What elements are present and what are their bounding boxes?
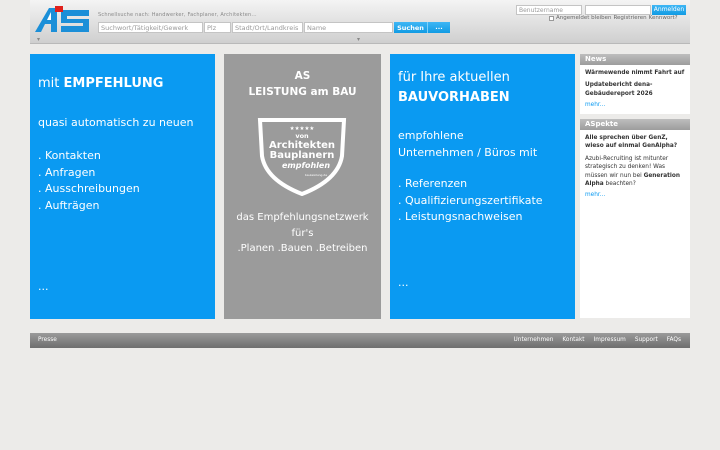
chevron-down-icon[interactable]: ▾ [357, 36, 360, 43]
network-description: das Empfehlungsnetzwerk für's .Planen .B… [236, 212, 369, 254]
list-item: . Ausschreibungen [38, 182, 140, 195]
register-link[interactable]: Registrieren [613, 15, 646, 21]
list-item: . Anfragen [38, 165, 96, 179]
projects-panel[interactable]: für Ihre aktuellen BAUVORHABEN empfohlen… [390, 54, 575, 319]
as-logo[interactable] [35, 6, 93, 34]
list-item: . Leistungsnachweisen [398, 210, 523, 223]
svg-text:von: von [295, 132, 309, 140]
news-headline[interactable]: Updatebericht dena-Gebäudereport 2026 [585, 81, 685, 98]
city-input[interactable] [232, 22, 303, 33]
login-options: Angemeldet bleiben Registrieren Kennwort… [549, 15, 678, 21]
chevron-down-icon[interactable]: ▾ [37, 36, 40, 43]
benefit-list: . Referenzen . Qualifizierungszertifikat… [398, 176, 543, 226]
footer-link-imprint[interactable]: Impressum [594, 337, 626, 343]
search-tagline: Schnellsuche nach: Handwerker, Fachplane… [98, 12, 257, 18]
aspekte-more-link[interactable]: mehr... [585, 191, 685, 199]
forgot-password-link[interactable]: Kennwort? [649, 15, 678, 21]
panel-heading: für Ihre aktuellen BAUVORHABEN [398, 70, 510, 105]
remember-label[interactable]: Angemeldet bleiben [556, 15, 611, 21]
architect-recommendation-badge: ★★★★★ von Architekten Bauplanern empfohl… [257, 118, 347, 196]
search-button-label[interactable]: Suchen [394, 24, 427, 32]
panel-subtext: empfohlene Unternehmen / Büros mit [398, 129, 538, 159]
remember-checkbox[interactable] [549, 15, 554, 21]
footer-link-faqs[interactable]: FAQs [667, 337, 681, 343]
news-title: News [580, 54, 690, 65]
performance-panel[interactable]: AS LEISTUNG am BAU ★★★★★ von Architekten… [224, 54, 381, 319]
zip-input[interactable] [204, 22, 231, 33]
panel-heading: mit EMPFEHLUNG [38, 76, 164, 91]
footer-link-contact[interactable]: Kontakt [562, 337, 584, 343]
aspekte-title: ASpekte [580, 119, 690, 130]
aspekte-body: Alle sprechen über GenZ, wieso auf einma… [580, 130, 690, 204]
footer-link-support[interactable]: Support [635, 337, 658, 343]
news-box: News Wärmewende nimmt Fahrt auf Updatebe… [580, 54, 690, 114]
news-body: Wärmewende nimmt Fahrt auf Updatebericht… [580, 65, 690, 114]
aspekte-box: ASpekte Alle sprechen über GenZ, wieso a… [580, 119, 690, 318]
list-item: . Kontakten [38, 149, 101, 162]
more-ellipsis[interactable]: ... [398, 276, 409, 289]
footer-links: Unternehmen Kontakt Impressum Support FA… [514, 337, 681, 343]
aspekte-headline[interactable]: Alle sprechen über GenZ, wieso auf einma… [585, 134, 685, 151]
svg-text:empfohlen: empfohlen [282, 161, 330, 170]
list-item: . Qualifizierungszertifikate [398, 193, 543, 207]
svg-text:Bauplanern: Bauplanern [270, 150, 335, 161]
benefit-list: . Kontakten . Anfragen . Ausschreibungen… [38, 148, 140, 214]
aspekte-teaser: Azubi-Recruiting ist mitunter strategisc… [585, 155, 680, 188]
recommendation-panel[interactable]: mit EMPFEHLUNG quasi automatisch zu neue… [30, 54, 215, 319]
username-input[interactable] [516, 5, 582, 15]
login-button[interactable]: Anmelden [652, 5, 686, 15]
site-header: Schnellsuche nach: Handwerker, Fachplane… [30, 0, 690, 44]
keyword-search-input[interactable] [98, 22, 203, 33]
news-headline[interactable]: Wärmewende nimmt Fahrt auf [585, 69, 685, 77]
svg-text:bauleistung.de: bauleistung.de [305, 173, 327, 177]
more-ellipsis[interactable]: ... [38, 280, 49, 293]
search-button[interactable]: Suchen ... [394, 22, 450, 33]
list-item: . Referenzen [398, 177, 468, 190]
password-input[interactable] [585, 5, 651, 15]
name-input[interactable] [304, 22, 393, 33]
site-footer: Presse Unternehmen Kontakt Impressum Sup… [30, 333, 690, 348]
panel-subtext: quasi automatisch zu neuen [38, 116, 194, 129]
footer-link-company[interactable]: Unternehmen [514, 337, 554, 343]
list-item: . Aufträgen [38, 198, 100, 212]
panel-title: AS LEISTUNG am BAU [248, 70, 357, 98]
footer-link-press[interactable]: Presse [38, 337, 57, 343]
news-more-link[interactable]: mehr... [585, 101, 685, 109]
more-options-button[interactable]: ... [427, 22, 450, 33]
